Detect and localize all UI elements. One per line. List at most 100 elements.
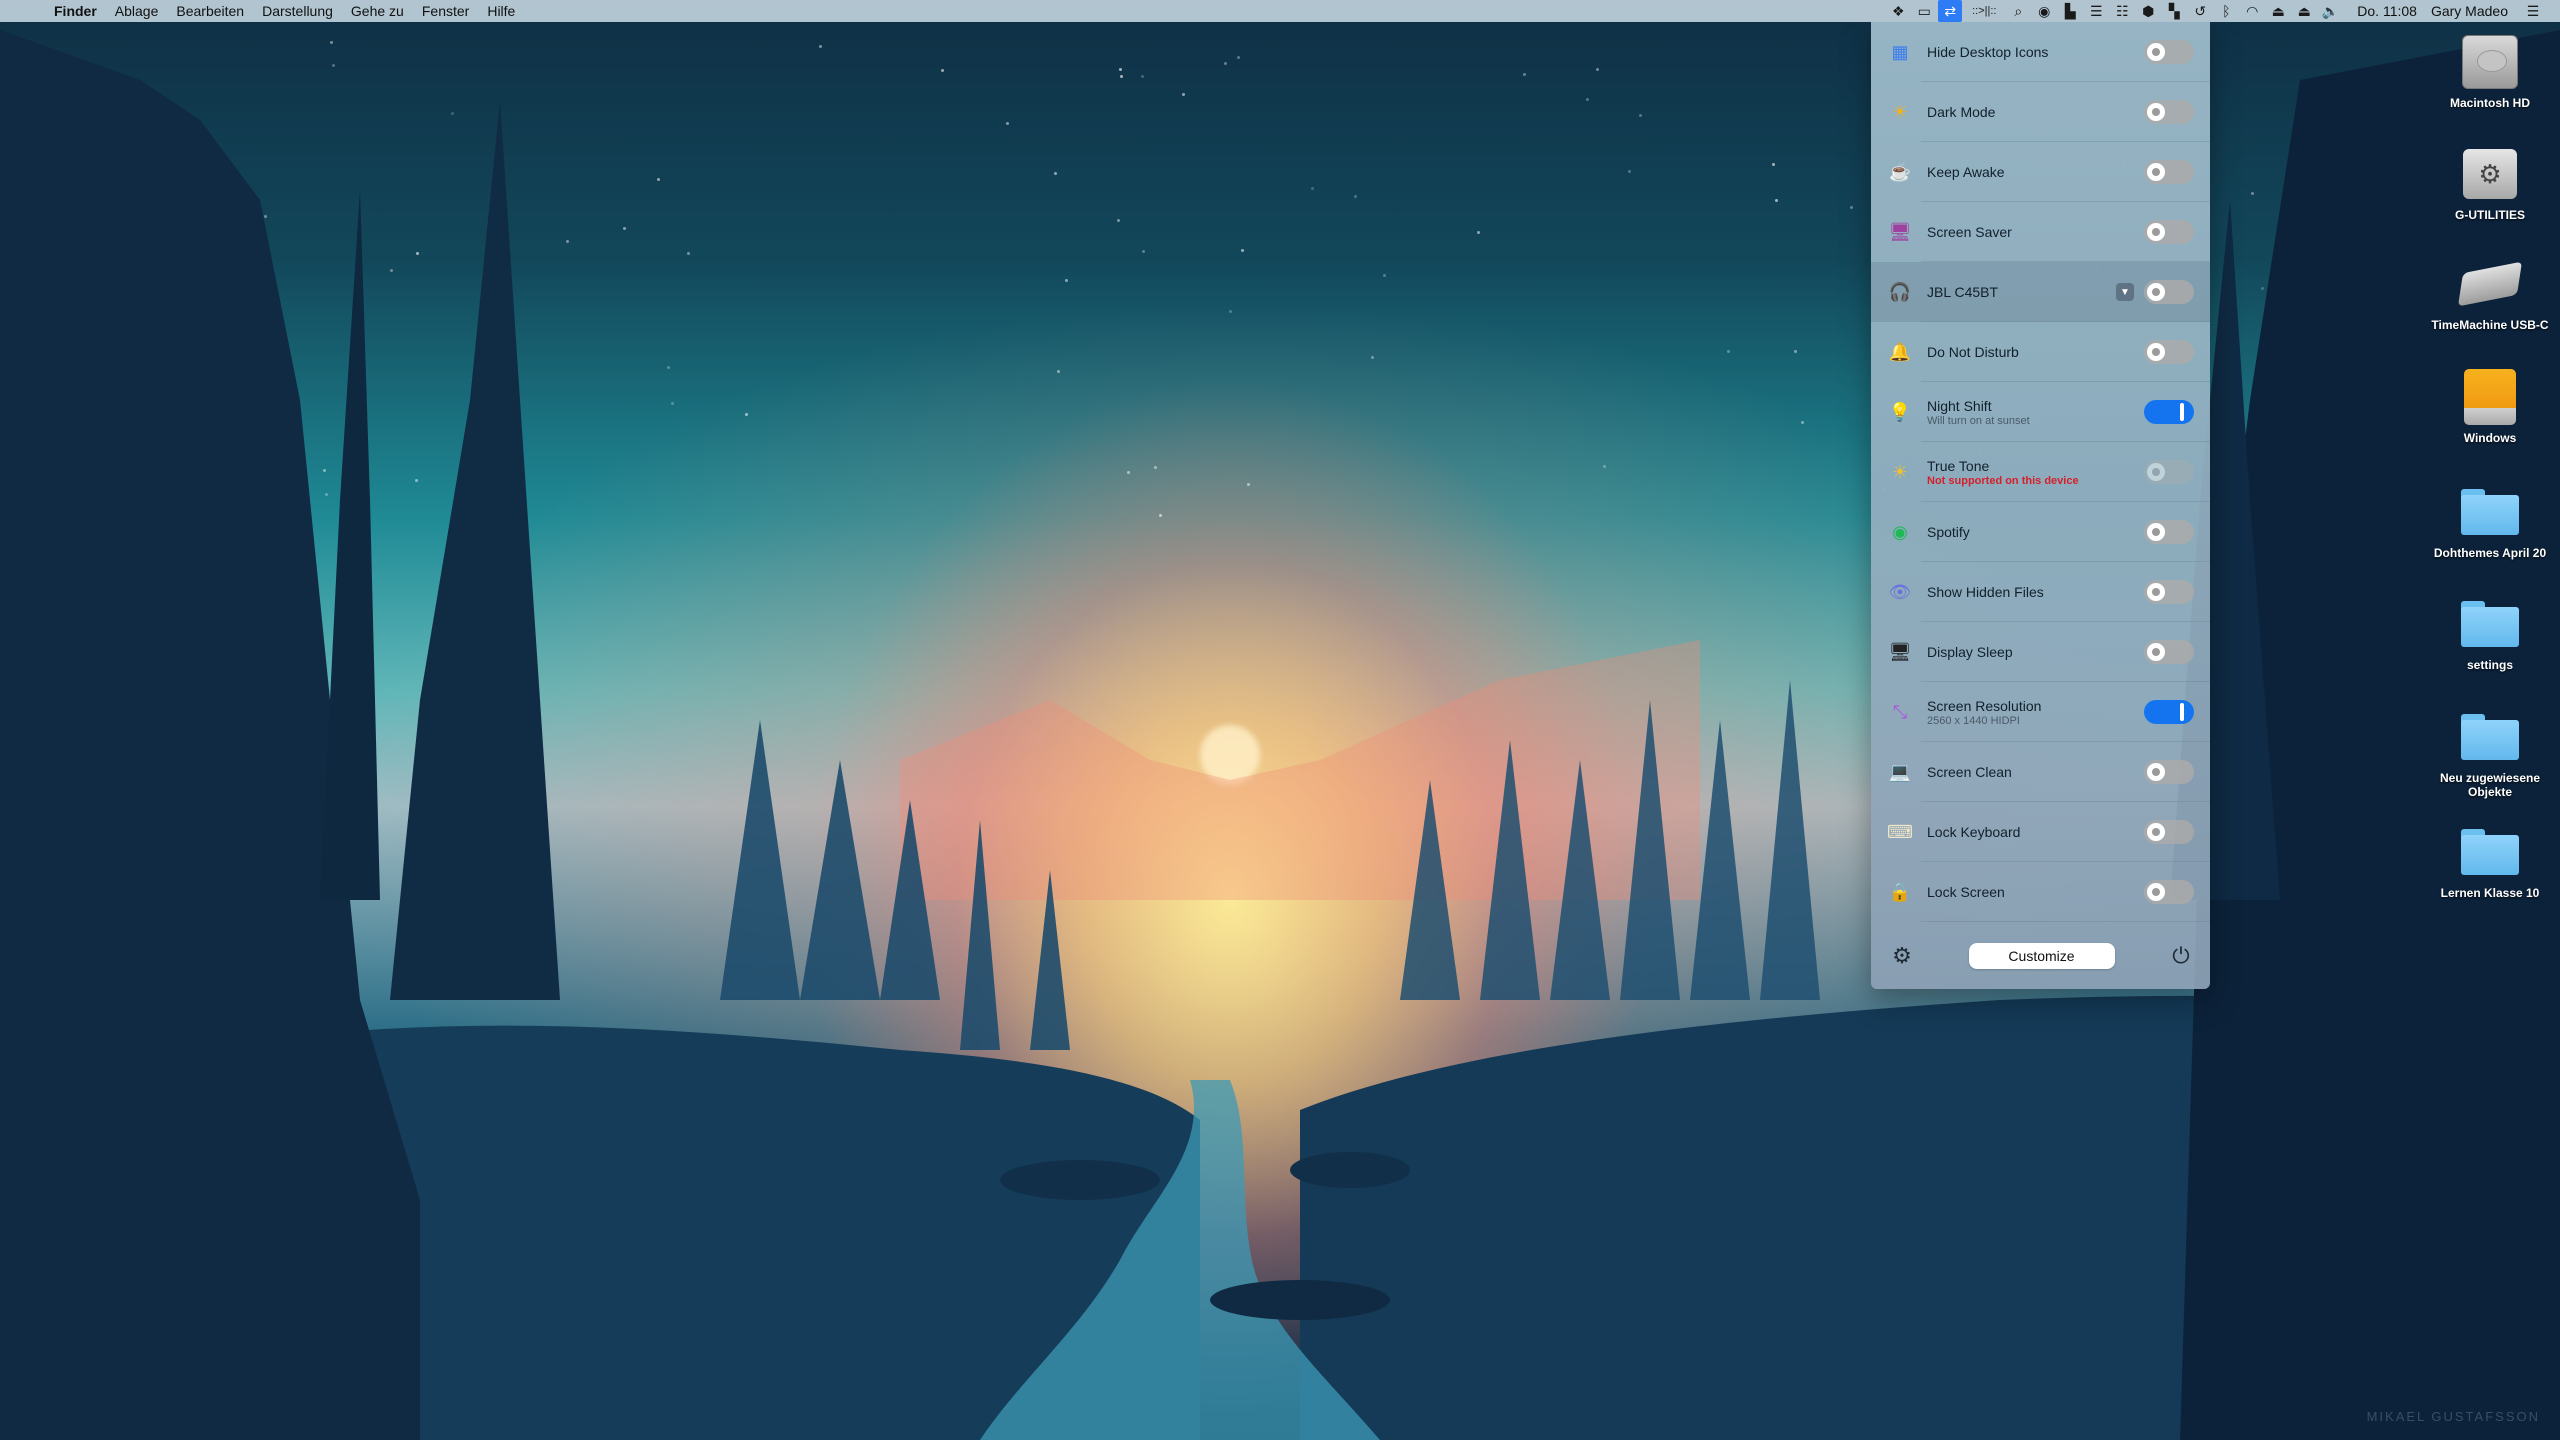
row-text: Do Not Disturb xyxy=(1927,344,2144,360)
stack-icon[interactable]: ☰ xyxy=(2084,0,2108,22)
menu-clock[interactable]: Do. 11:08 xyxy=(2357,3,2417,19)
power-quit-icon[interactable]: ⏻ xyxy=(2168,943,2194,969)
toggle-row-jbl-c45bt[interactable]: 🎧 JBL C45BT ▼ xyxy=(1871,262,2210,322)
screen-resolution-icon: ⤡ xyxy=(1892,701,1908,722)
display-icon[interactable]: ▙ xyxy=(2058,0,2082,22)
external-drive-icon xyxy=(2457,254,2523,314)
row-label: JBL C45BT xyxy=(1927,284,1999,300)
toggle-knob xyxy=(2147,283,2165,301)
airplay-icon[interactable]: ⏏ xyxy=(2266,0,2290,22)
windows-drive-icon xyxy=(2458,367,2522,427)
toggle-switch[interactable] xyxy=(2144,700,2194,724)
spotify-icon: ◉ xyxy=(1892,521,1908,542)
desktop-icon-label: Lernen Klasse 10 xyxy=(2440,886,2540,900)
spotlight-icon[interactable]: ⌕ xyxy=(2006,0,2030,22)
device-dropdown-chevron-icon[interactable]: ▼ xyxy=(2116,283,2134,301)
menu-ablage[interactable]: Ablage xyxy=(115,3,159,19)
toggle-switch[interactable] xyxy=(2144,640,2194,664)
desktop-icon-g-utilities[interactable]: ⚙ G-UTILITIES xyxy=(2420,144,2560,222)
lock-keyboard-icon: ⌨ xyxy=(1887,821,1913,842)
menu-app-finder[interactable]: Finder xyxy=(54,3,97,19)
row-text: True Tone Not supported on this device xyxy=(1927,458,2144,487)
siri-icon[interactable]: ◉ xyxy=(2032,0,2056,22)
toggle-switch[interactable] xyxy=(2144,820,2194,844)
desktop-icon-neu-zugewiesene-objekte[interactable]: Neu zugewiesene Objekte xyxy=(2420,707,2560,799)
volume-icon[interactable]: 🔈 xyxy=(2318,0,2342,22)
desktop-icon-settings[interactable]: settings xyxy=(2420,594,2560,672)
toggle-switch[interactable] xyxy=(2144,220,2194,244)
menu-gehe-zu[interactable]: Gehe zu xyxy=(351,3,404,19)
desktop-icon-label: Neu zugewiesene Objekte xyxy=(2439,771,2541,799)
desktop-icon-lernen-klasse-10[interactable]: Lernen Klasse 10 xyxy=(2420,822,2560,900)
toggle-switch[interactable] xyxy=(2144,100,2194,124)
bluetooth-icon[interactable]: ᛒ xyxy=(2214,0,2238,22)
icon-graphic xyxy=(2461,714,2519,760)
eject-icon[interactable]: ⏏ xyxy=(2292,0,2316,22)
toggle-row-screen-saver[interactable]: 🖥 Screen Saver xyxy=(1871,202,2210,262)
row-warning: Not supported on this device xyxy=(1927,474,2079,487)
toggle-row-do-not-disturb[interactable]: 🔔 Do Not Disturb xyxy=(1871,322,2210,382)
toggle-row-dark-mode[interactable]: ☀ Dark Mode xyxy=(1871,82,2210,142)
toggle-switch[interactable] xyxy=(2144,40,2194,64)
toggle-switch[interactable] xyxy=(2144,340,2194,364)
lamp-icon: 💡 xyxy=(1888,401,1912,422)
toggle-row-lock-keyboard[interactable]: ⌨ Lock Keyboard xyxy=(1871,802,2210,862)
toggle-row-hide-desktop-icons[interactable]: ▦ Hide Desktop Icons xyxy=(1871,22,2210,82)
toggle-switch[interactable] xyxy=(2144,580,2194,604)
row-label: Display Sleep xyxy=(1927,644,2013,660)
desktop-icon-windows[interactable]: Windows xyxy=(2420,367,2560,445)
customize-button[interactable]: Customize xyxy=(1968,942,2115,969)
toggle-row-screen-resolution[interactable]: ⤡ Screen Resolution 2560 x 1440 HIDPI xyxy=(1871,682,2210,742)
menu-bearbeiten[interactable]: Bearbeiten xyxy=(176,3,244,19)
row-label: Spotify xyxy=(1927,524,1970,540)
time-machine-icon[interactable]: ↺ xyxy=(2188,0,2212,22)
row-text: Show Hidden Files xyxy=(1927,584,2144,600)
settings-gear-icon[interactable]: ⚙ xyxy=(1889,943,1915,969)
toggle-row-lock-screen[interactable]: 🔒 Lock Screen xyxy=(1871,862,2210,922)
toggle-switch[interactable] xyxy=(2144,760,2194,784)
window-icon[interactable]: ▭ xyxy=(1912,0,1936,22)
bartender-icon[interactable]: ::>||:: xyxy=(1964,0,2004,22)
toggle-switch[interactable] xyxy=(2144,520,2194,544)
row-text: Spotify xyxy=(1927,524,2144,540)
hidden-files-icon: 👁 xyxy=(1888,581,1912,602)
toggle-switch xyxy=(2144,460,2194,484)
desktop-icon-timemachine-usb-c[interactable]: TimeMachine USB-C xyxy=(2420,254,2560,332)
notification-center-icon[interactable]: ☰ xyxy=(2521,0,2545,22)
row-label: Lock Screen xyxy=(1927,884,2005,900)
row-text: Screen Resolution 2560 x 1440 HIDPI xyxy=(1927,698,2144,727)
toggle-row-true-tone[interactable]: ☀ True Tone Not supported on this device xyxy=(1871,442,2210,502)
menu-hilfe[interactable]: Hilfe xyxy=(487,3,515,19)
display-sleep-icon: 🖥 xyxy=(1888,641,1912,662)
toggle-knob xyxy=(2180,703,2184,721)
menu-darstellung[interactable]: Darstellung xyxy=(262,3,333,19)
toggle-switch[interactable] xyxy=(2144,880,2194,904)
row-label: Screen Saver xyxy=(1927,224,2012,240)
folder-icon xyxy=(2458,707,2522,767)
toggle-row-spotify[interactable]: ◉ Spotify xyxy=(1871,502,2210,562)
toggle-row-night-shift[interactable]: 💡 Night Shift Will turn on at sunset xyxy=(1871,382,2210,442)
toggle-switch[interactable] xyxy=(2144,280,2194,304)
grid-stack-icon[interactable]: ☷ xyxy=(2110,0,2134,22)
dropbox-icon[interactable]: ❖ xyxy=(1886,0,1910,22)
shield-icon[interactable]: ⬢ xyxy=(2136,0,2160,22)
menu-user-name[interactable]: Gary Madeo xyxy=(2431,3,2508,19)
row-text: Screen Clean xyxy=(1927,764,2144,780)
toggle-row-keep-awake[interactable]: ☕ Keep Awake xyxy=(1871,142,2210,202)
menu-fenster[interactable]: Fenster xyxy=(422,3,469,19)
toggle-switch[interactable] xyxy=(2144,160,2194,184)
layout-icon[interactable]: ▚ xyxy=(2162,0,2186,22)
one-switch-icon[interactable]: ⇄ xyxy=(1938,0,1963,22)
folder-icon xyxy=(2458,482,2522,542)
icon-graphic xyxy=(2457,261,2523,307)
desktop-icon-dohthemes-april-20[interactable]: Dohthemes April 20 xyxy=(2420,482,2560,560)
toggle-switch[interactable] xyxy=(2144,400,2194,424)
toggle-row-screen-clean[interactable]: 💻 Screen Clean xyxy=(1871,742,2210,802)
desktop-icon-macintosh-hd[interactable]: Macintosh HD xyxy=(2420,32,2560,110)
status-menu-area: ❖ ▭ ⇄::>||:: ⌕ ◉ ▙ ☰ ☷ ⬢ ▚ ↺ ᛒ ◠ ⏏ ⏏ 🔈 Do. 11:08 Gary Ma… xyxy=(1885,0,2546,22)
toggle-row-show-hidden-files[interactable]: 👁 Show Hidden Files xyxy=(1871,562,2210,622)
desktop-icon-label: settings xyxy=(2466,658,2513,672)
toggle-row-display-sleep[interactable]: 🖥 Display Sleep xyxy=(1871,622,2210,682)
wifi-icon[interactable]: ◠ xyxy=(2240,0,2264,22)
toggle-list: ▦ Hide Desktop Icons ☀ Dark Mode ☕ Keep Awake… xyxy=(1871,22,2210,922)
